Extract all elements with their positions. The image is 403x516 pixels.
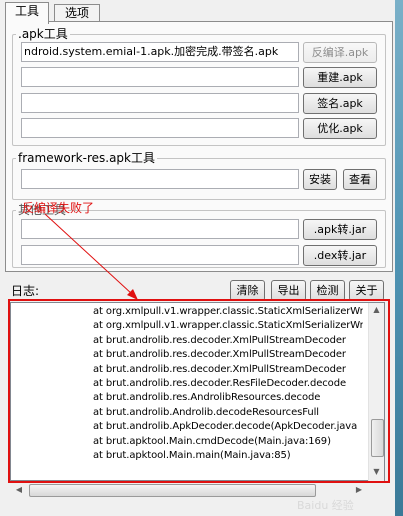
watermark: Baidu 经验 <box>297 499 354 512</box>
tab-tools[interactable]: 工具 <box>5 2 49 24</box>
annotation-text: 反编译失败了 <box>22 201 95 215</box>
annotation-arrow-icon <box>44 213 138 300</box>
